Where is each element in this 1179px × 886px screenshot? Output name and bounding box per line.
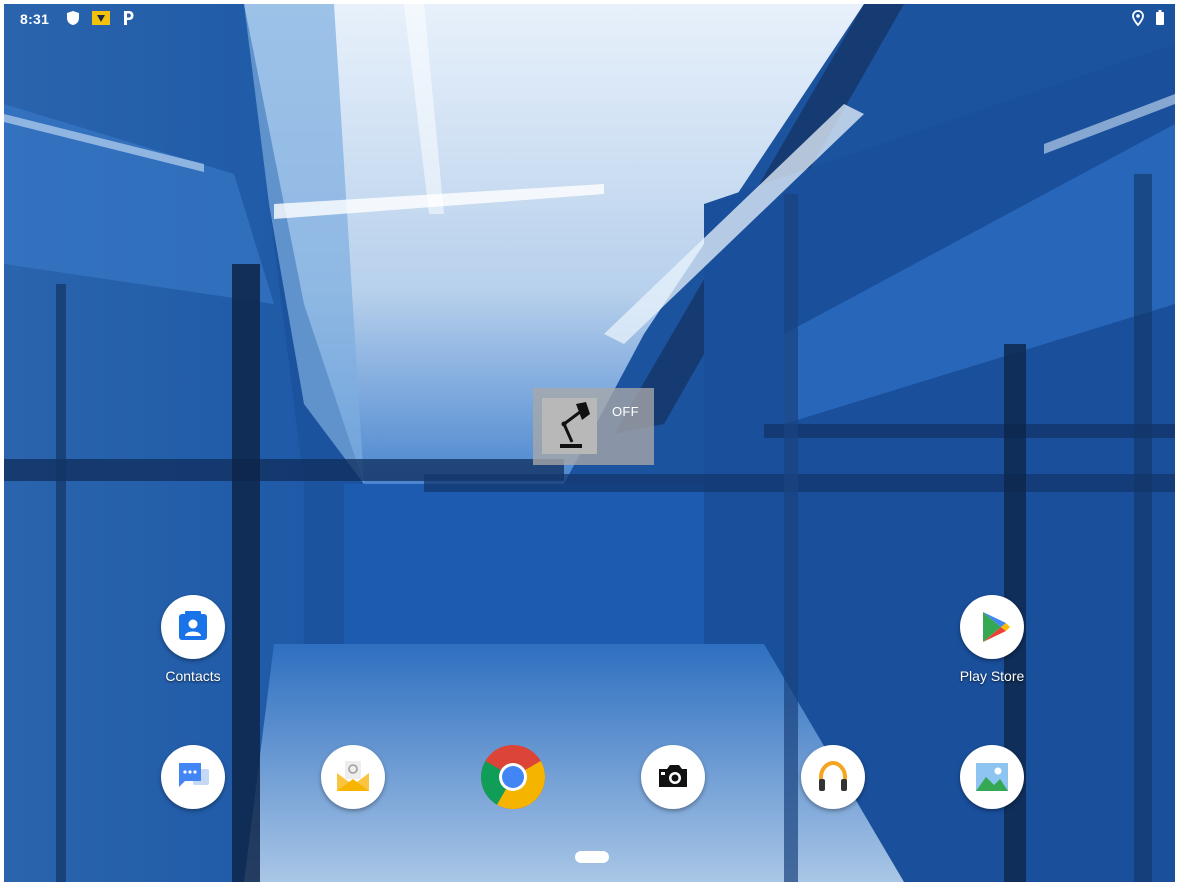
messages-icon (161, 745, 225, 809)
dock-camera[interactable] (618, 745, 728, 809)
app-play-store[interactable]: Play Store (937, 595, 1047, 684)
battery-icon (1156, 10, 1164, 29)
dock-email[interactable] (298, 745, 408, 809)
home-gesture-pill[interactable] (575, 851, 609, 863)
app-label-play-store: Play Store (959, 668, 1025, 684)
headphones-icon (801, 745, 865, 809)
shield-icon (66, 10, 80, 29)
lamp-toggle-widget[interactable]: OFF (533, 388, 654, 465)
camera-icon (641, 745, 705, 809)
dock-chrome[interactable] (458, 745, 568, 809)
status-bar[interactable]: 8:31 (4, 4, 1175, 34)
dock-music[interactable] (778, 745, 888, 809)
app-label-contacts: Contacts (165, 668, 221, 684)
desk-lamp-icon (542, 398, 597, 454)
p-notification-icon (122, 10, 134, 29)
sim-notification-icon (92, 10, 110, 29)
lamp-state-label: OFF (612, 404, 639, 419)
status-time: 8:31 (20, 11, 50, 27)
dock-messages[interactable] (138, 745, 248, 809)
play-store-icon (960, 595, 1024, 659)
dock-gallery[interactable] (937, 745, 1047, 809)
contacts-icon (161, 595, 225, 659)
gallery-icon (960, 745, 1024, 809)
chrome-icon (481, 745, 545, 809)
app-contacts[interactable]: Contacts (138, 595, 248, 684)
location-icon (1132, 10, 1144, 29)
email-icon (321, 745, 385, 809)
home-screen: 8:31 OFF Contacts Play Store (4, 4, 1175, 882)
